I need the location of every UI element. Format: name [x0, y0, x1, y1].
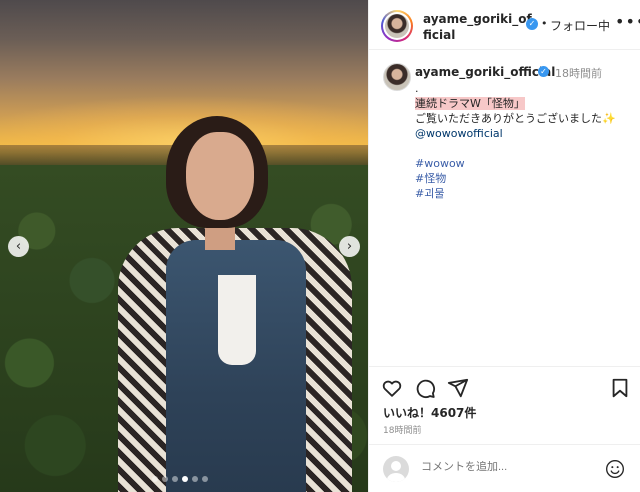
post-side-panel: ayame_goriki_official ✓ • フォロー中 ••• ayam… — [368, 0, 640, 492]
carousel-prev-button[interactable]: ‹ — [8, 236, 29, 257]
bookmark-icon[interactable] — [609, 377, 631, 399]
emoji-icon[interactable] — [605, 459, 625, 479]
avatar-border — [383, 12, 411, 40]
comment-icon[interactable] — [414, 377, 436, 399]
caption-line: 連続ドラマW「怪物」 — [415, 96, 633, 111]
comment-bar — [369, 444, 640, 492]
person-face — [186, 132, 254, 220]
header-username[interactable]: ayame_goriki_official — [423, 11, 533, 43]
caption-username[interactable]: ayame_goriki_official — [415, 65, 555, 79]
share-icon[interactable] — [447, 377, 469, 399]
following-button[interactable]: フォロー中 — [550, 17, 610, 34]
caption-line: . — [415, 82, 419, 95]
carousel-dot — [152, 476, 158, 482]
post-photo[interactable]: ‹ › — [0, 0, 368, 492]
post-timestamp: 18時間前 — [383, 426, 422, 436]
caption-avatar[interactable] — [383, 63, 411, 91]
carousel-dots — [152, 476, 208, 482]
person-tshirt — [218, 275, 256, 365]
avatar-body — [387, 473, 405, 482]
caption-title-highlight: 連続ドラマW「怪物」 — [415, 97, 525, 110]
caption-line: ご覧いただきありがとうございました✨ — [415, 112, 616, 125]
verified-icon: ✓ — [526, 18, 538, 30]
more-icon[interactable]: ••• — [615, 12, 640, 31]
caption-area: ayame_goriki_official ✓ 18時間前 . 連続ドラマW「怪… — [369, 51, 640, 366]
verified-icon: ✓ — [538, 66, 549, 77]
hashtag-link[interactable]: #怪物 — [415, 171, 633, 186]
carousel-dot — [162, 476, 168, 482]
heart-icon[interactable] — [381, 377, 403, 399]
mention-link[interactable]: @wowowofficial — [415, 126, 633, 141]
story-ring-avatar[interactable] — [381, 10, 413, 42]
hashtag-link[interactable]: #괴물 — [415, 186, 633, 201]
carousel-dot — [202, 476, 208, 482]
carousel-dot-active — [182, 476, 188, 482]
hashtag-link[interactable]: #wowow — [415, 156, 633, 171]
caption-time: 18時間前 — [555, 67, 602, 80]
post-header: ayame_goriki_official ✓ • フォロー中 ••• — [369, 0, 640, 50]
comment-input[interactable] — [421, 461, 591, 473]
header-separator: • — [541, 17, 548, 30]
avatar-head — [391, 461, 401, 471]
likes-count[interactable]: いいね！4607件 — [383, 404, 476, 421]
avatar — [385, 14, 409, 38]
caption-text: . 連続ドラマW「怪物」 ご覧いただきありがとうございました✨ @wowowof… — [415, 81, 633, 201]
carousel-next-button[interactable]: › — [339, 236, 360, 257]
carousel-dot — [172, 476, 178, 482]
user-avatar-icon — [383, 456, 409, 482]
carousel-dot — [192, 476, 198, 482]
